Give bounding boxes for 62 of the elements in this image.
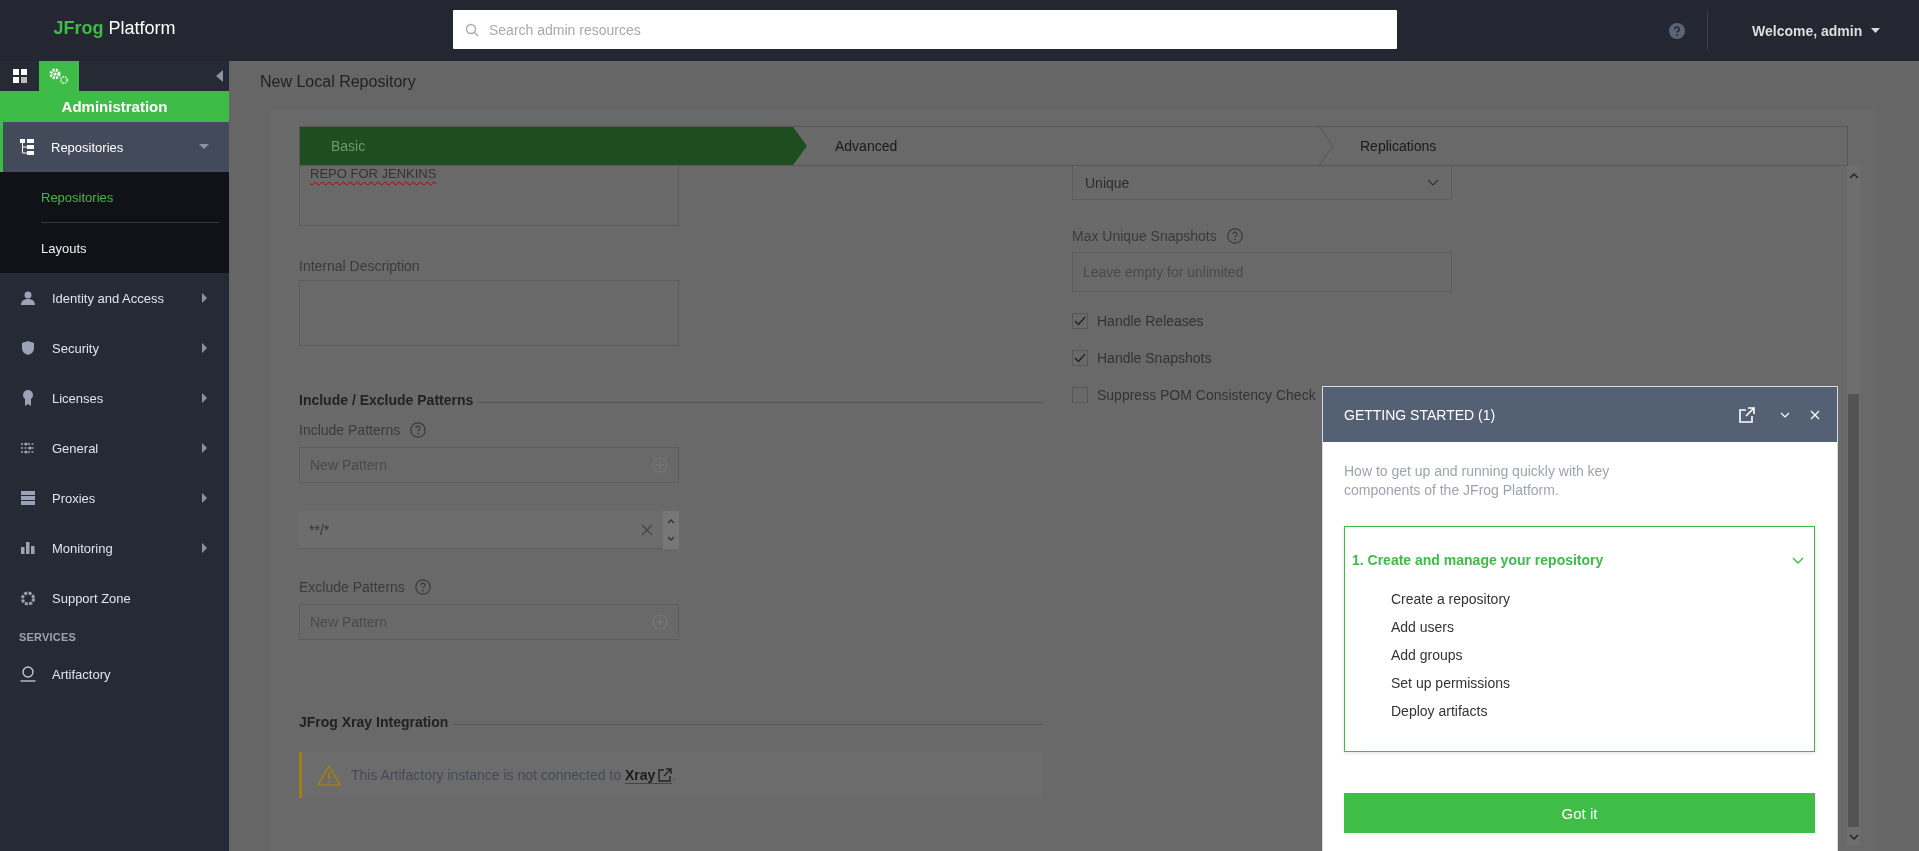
caret-icon <box>1871 27 1881 34</box>
collapse-icon[interactable] <box>216 70 223 82</box>
sidebar-group-label: SERVICES <box>18 630 78 645</box>
task-link[interactable]: Deploy artifacts <box>1391 697 1814 725</box>
scrollbar[interactable] <box>1847 166 1860 845</box>
user-menu[interactable]: Welcome, admin <box>1752 22 1881 39</box>
sidebar-subitem[interactable]: Layouts <box>41 222 219 273</box>
sidebar-item[interactable]: Support Zone <box>0 573 229 623</box>
reorder-control[interactable] <box>663 511 679 549</box>
close-icon[interactable] <box>1810 409 1820 420</box>
checkbox[interactable] <box>1072 350 1088 366</box>
warning-icon <box>317 764 341 786</box>
section-title: Include / Exclude Patterns <box>299 392 474 408</box>
sidebar-item[interactable]: Repositories <box>0 122 229 172</box>
section-title: JFrog Xray Integration <box>299 714 449 730</box>
sliders-icon <box>19 442 37 454</box>
search-icon <box>465 22 479 37</box>
scroll-up-icon[interactable] <box>1848 172 1859 180</box>
user-icon <box>19 291 37 305</box>
caret-right-icon <box>199 393 209 403</box>
sidebar-item[interactable]: General <box>0 423 229 473</box>
task-link[interactable]: Create a repository <box>1391 585 1814 613</box>
external-link-icon[interactable] <box>1739 406 1755 423</box>
grid-icon <box>13 69 27 83</box>
server-icon <box>19 491 37 505</box>
caret-down-icon <box>199 142 209 152</box>
tree-icon <box>18 139 36 155</box>
scroll-down-icon[interactable] <box>1848 833 1859 841</box>
shield-icon <box>19 341 37 355</box>
checkbox[interactable] <box>1072 313 1088 329</box>
sidebar-item[interactable]: Monitoring <box>0 523 229 573</box>
sidebar-item[interactable]: Proxies <box>0 473 229 523</box>
task-link[interactable]: Add users <box>1391 613 1814 641</box>
sidebar-item[interactable]: Security <box>0 323 229 373</box>
sidebar-item[interactable]: Artifactory <box>0 649 229 699</box>
help-icon[interactable] <box>410 422 427 438</box>
sidebar-section-title: Administration <box>0 91 229 122</box>
help-icon[interactable] <box>414 579 431 595</box>
panel-title: GETTING STARTED (1) <box>1344 406 1497 423</box>
caret-right-icon <box>199 343 209 353</box>
logo[interactable]: JFrog Platform <box>0 18 229 43</box>
caret-right-icon <box>199 293 209 303</box>
remove-icon[interactable] <box>641 523 653 536</box>
help-icon[interactable] <box>1226 228 1243 244</box>
minimize-icon[interactable] <box>1780 411 1790 418</box>
caret-right-icon <box>199 493 209 503</box>
help-icon[interactable] <box>1669 22 1685 39</box>
task-link[interactable]: Set up permissions <box>1391 669 1814 697</box>
panel-intro: How to get up and running quickly with key components of the JFrog Platform. <box>1344 462 1611 500</box>
bar-chart-icon <box>19 542 37 554</box>
sidebar-item[interactable]: Licenses <box>0 373 229 423</box>
task-link[interactable]: Add groups <box>1391 641 1814 669</box>
external-link-icon <box>658 767 673 782</box>
chevron-down-icon <box>1427 179 1439 186</box>
sidebar-subitem[interactable]: Repositories <box>41 172 219 222</box>
page-title: New Local Repository <box>260 73 417 92</box>
service-icon <box>19 666 37 682</box>
gears-icon <box>48 67 70 85</box>
sidebar-item[interactable]: Identity and Access <box>0 273 229 323</box>
lifebuoy-icon <box>19 590 37 606</box>
caret-right-icon <box>199 543 209 553</box>
caret-right-icon <box>199 443 209 453</box>
